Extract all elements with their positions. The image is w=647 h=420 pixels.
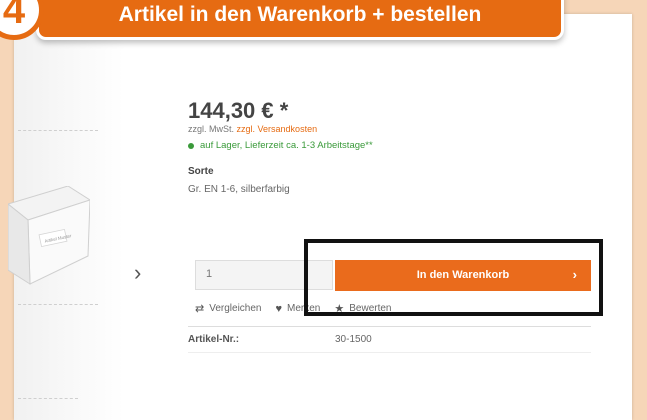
tax-note: zzgl. MwSt. zzgl. Versandkosten <box>188 124 317 134</box>
article-number-label: Artikel-Nr.: <box>188 334 240 345</box>
divider-line <box>188 326 591 327</box>
stock-text: auf Lager, Lieferzeit ca. 1-3 Arbeitstag… <box>200 140 373 151</box>
stock-indicator-icon <box>188 142 194 149</box>
divider-line <box>18 398 78 400</box>
variant-value: Gr. EN 1-6, silberfarbig <box>188 184 290 195</box>
product-price: 144,30 € * <box>188 98 289 123</box>
product-image[interactable]: Artikel Muster <box>8 186 90 294</box>
banner-title: Artikel in den Warenkorb + bestellen <box>118 3 482 26</box>
divider-line <box>18 130 98 132</box>
shipping-costs-link[interactable]: zzgl. Versandkosten <box>237 124 318 134</box>
instruction-banner: Artikel in den Warenkorb + bestellen <box>36 0 564 40</box>
stock-status: auf Lager, Lieferzeit ca. 1-3 Arbeitstag… <box>188 140 373 151</box>
compare-label: Vergleichen <box>209 303 262 314</box>
compare-action[interactable]: ⇄ Vergleichen <box>195 302 261 315</box>
compare-icon: ⇄ <box>195 303 205 315</box>
gallery-next-arrow-icon[interactable]: › <box>134 260 141 286</box>
highlight-frame <box>304 239 603 316</box>
tax-text: zzgl. MwSt. <box>188 124 235 134</box>
divider-line <box>18 304 98 306</box>
article-number-value: 30-1500 <box>335 334 372 345</box>
heart-icon: ♥ <box>275 302 283 315</box>
product-detail-panel: Artikel Muster › 144,30 € * zzgl. MwSt. … <box>8 14 632 420</box>
variant-label: Sorte <box>188 166 214 177</box>
divider-line <box>188 352 591 353</box>
